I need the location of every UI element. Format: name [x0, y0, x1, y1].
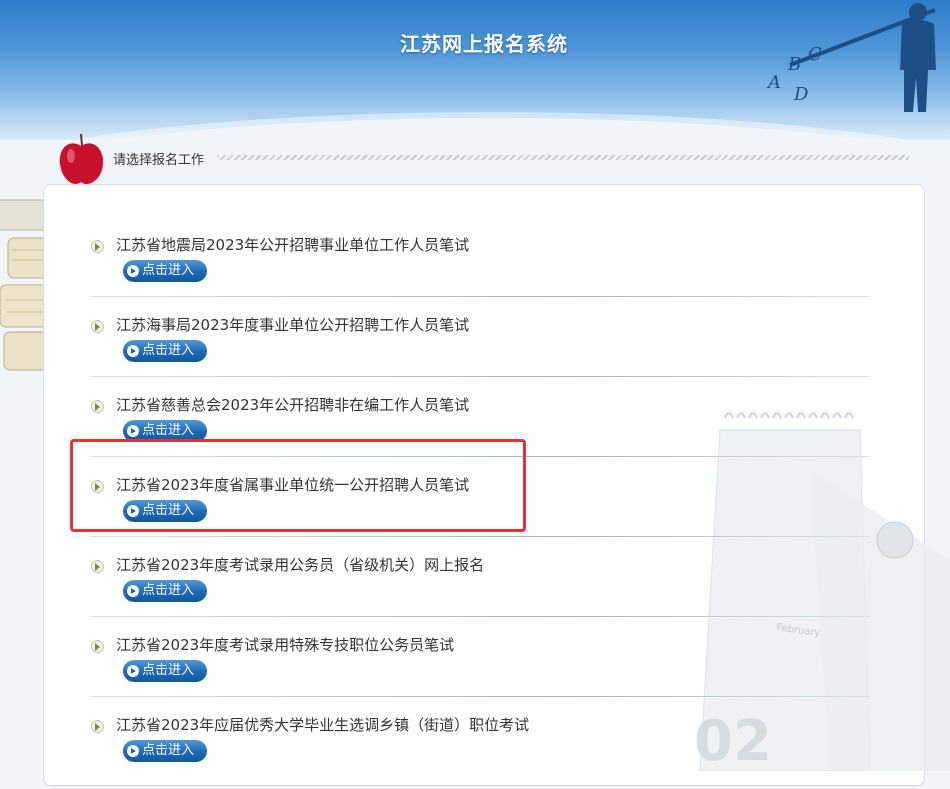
exam-name: 江苏省地震局2023年公开招聘事业单位工作人员笔试: [116, 236, 470, 254]
enter-button-label: 点击进入: [142, 423, 195, 438]
exam-name: 江苏海事局2023年度事业单位公开招聘工作人员笔试: [116, 316, 470, 334]
bullet-icon: [91, 560, 104, 573]
arrow-right-icon: [127, 745, 139, 757]
letter-b: B: [787, 54, 801, 75]
arrow-right-icon: [127, 265, 139, 277]
list-item: 江苏海事局2023年度事业单位公开招聘工作人员笔试 点击进入: [90, 309, 872, 389]
item-divider: [90, 296, 870, 297]
enter-button-label: 点击进入: [142, 263, 195, 278]
bullet-icon: [91, 720, 104, 733]
bullet-icon: [91, 240, 104, 253]
item-divider: [90, 616, 870, 617]
list-item: 江苏省2023年度考试录用公务员（省级机关）网上报名 点击进入: [90, 549, 872, 629]
item-divider: [90, 696, 870, 697]
exam-name: 江苏省慈善总会2023年公开招聘非在编工作人员笔试: [116, 396, 470, 414]
section-divider: [217, 155, 909, 160]
arrow-right-icon: [127, 345, 139, 357]
site-header: 江苏网上报名系统 A B C D: [0, 0, 950, 140]
enter-button-label: 点击进入: [142, 343, 195, 358]
letter-c: C: [808, 44, 822, 65]
apple-icon: [59, 133, 104, 184]
letter-d: D: [793, 84, 809, 105]
enter-button[interactable]: 点击进入: [123, 660, 207, 682]
arrow-right-icon: [127, 425, 139, 437]
exam-name: 江苏省2023年应届优秀大学毕业生选调乡镇（街道）职位考试: [116, 716, 530, 734]
enter-button-label: 点击进入: [142, 583, 195, 598]
list-item: 江苏省2023年应届优秀大学毕业生选调乡镇（街道）职位考试 点击进入: [90, 709, 872, 789]
exam-name: 江苏省2023年度考试录用公务员（省级机关）网上报名: [116, 556, 485, 574]
bullet-icon: [91, 640, 104, 653]
bullet-icon: [91, 400, 104, 413]
highlight-annotation-box: [70, 439, 526, 532]
list-item: 江苏省2023年度考试录用特殊专技职位公务员笔试 点击进入: [90, 629, 872, 709]
item-divider: [90, 536, 870, 537]
enter-button[interactable]: 点击进入: [123, 740, 207, 762]
enter-button-label: 点击进入: [142, 743, 195, 758]
abc-figure-illustration: A B C D: [766, 3, 936, 112]
list-item: 江苏省地震局2023年公开招聘事业单位工作人员笔试 点击进入: [90, 229, 872, 309]
enter-button[interactable]: 点击进入: [123, 580, 207, 602]
arrow-right-icon: [127, 665, 139, 677]
section-title: 请选择报名工作: [113, 153, 205, 168]
letter-a: A: [766, 72, 781, 93]
exam-name: 江苏省2023年度考试录用特殊专技职位公务员笔试: [116, 636, 455, 654]
bullet-icon: [91, 320, 104, 333]
enter-button[interactable]: 点击进入: [123, 260, 207, 282]
arrow-right-icon: [127, 585, 139, 597]
item-divider: [90, 376, 870, 377]
enter-button[interactable]: 点击进入: [123, 340, 207, 362]
enter-button-label: 点击进入: [142, 663, 195, 678]
